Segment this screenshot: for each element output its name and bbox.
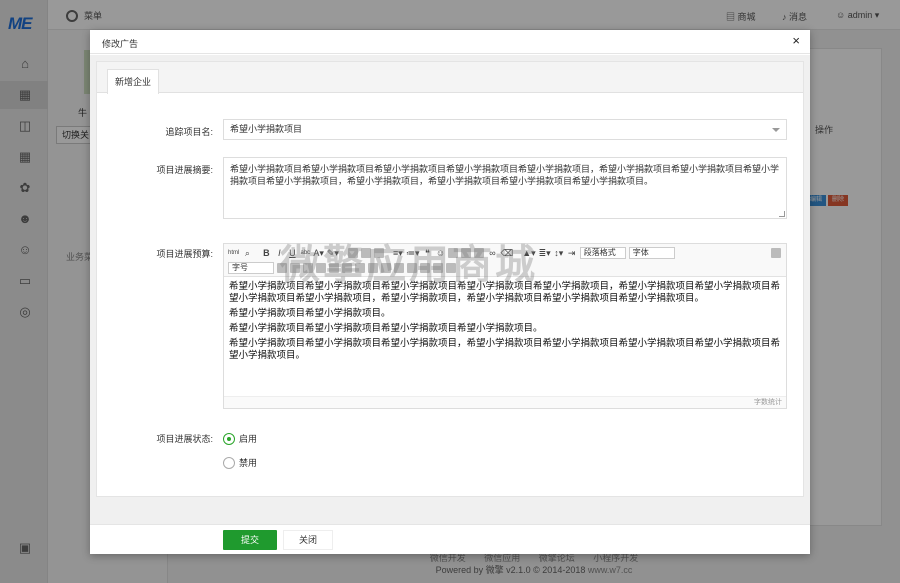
table-icon[interactable]	[277, 263, 287, 273]
radio-unchecked-icon	[223, 457, 235, 469]
tab-new-enterprise[interactable]: 新增企业	[107, 69, 159, 94]
align-right-icon[interactable]	[373, 248, 384, 258]
font-color-icon[interactable]: A▾	[313, 248, 324, 258]
resize-handle-icon[interactable]	[779, 211, 785, 217]
editor-paragraph: 希望小学捐款项目希望小学捐款项目。	[229, 308, 391, 319]
status-radio-disabled[interactable]: 禁用	[223, 456, 313, 470]
font-family-select[interactable]: 字体	[628, 247, 675, 259]
editor-paragraph: 希望小学捐款项目希望小学捐款项目希望小学捐款项目希望小学捐款项目希望小学捐款项目…	[229, 281, 781, 304]
submit-button[interactable]: 提交	[223, 530, 277, 550]
anchor-icon[interactable]	[407, 263, 417, 273]
file-icon[interactable]	[474, 248, 485, 258]
print-icon[interactable]	[433, 263, 443, 273]
background-color-icon[interactable]: ▲▾	[522, 248, 535, 258]
horizontal-rule-icon[interactable]	[420, 263, 430, 273]
font-size-select[interactable]: 字号	[228, 262, 274, 274]
edit-ad-modal: 修改广告 × 新增企业 追踪项目名: 希望小学捐款项目 项目进展摘要: 希望小学…	[90, 30, 810, 554]
align-center-icon[interactable]	[360, 248, 371, 258]
status-radio-enabled[interactable]: 启用	[223, 432, 313, 446]
modal-header: 修改广告 ×	[90, 30, 810, 54]
radio-checked-icon	[223, 433, 235, 445]
editor-paragraph: 希望小学捐款项目希望小学捐款项目希望小学捐款项目希望小学捐款项目。	[229, 323, 543, 334]
paragraph-format-select[interactable]: 段落格式	[579, 247, 626, 259]
search-icon[interactable]: ⌕	[242, 248, 252, 258]
summary-textarea[interactable]: 希望小学捐款项目希望小学捐款项目希望小学捐款项目希望小学捐款项目希望小学捐款项目…	[223, 157, 787, 219]
font-size-value: 字号	[232, 263, 248, 272]
close-button[interactable]: 关闭	[283, 530, 333, 550]
toolbar-row-2: 字号	[228, 261, 456, 275]
italic-icon[interactable]: I	[274, 248, 284, 258]
toolbar-row-1: html ⌕ B I U abc A▾ ✎▾ ≡▾ ≔▾ ❝ ☺ ∞ ⌫ ▲▾ …	[228, 246, 675, 260]
modal-footer: 提交 关闭	[90, 524, 810, 554]
close-icon[interactable]: ×	[792, 34, 800, 48]
bold-icon[interactable]: B	[261, 248, 271, 258]
link-icon[interactable]: ∞	[487, 248, 497, 258]
preview-icon[interactable]	[446, 263, 456, 273]
ordered-list-icon[interactable]: ≡▾	[393, 248, 403, 258]
fullscreen-icon[interactable]	[771, 248, 781, 258]
editor-paragraph: 希望小学捐款项目希望小学捐款项目希望小学捐款项目，希望小学捐款项目希望小学捐款项…	[229, 338, 781, 361]
strikethrough-icon[interactable]: abc	[300, 248, 311, 258]
image-icon[interactable]	[448, 248, 459, 258]
font-family-value: 字体	[632, 248, 649, 257]
editor-toolbar: html ⌕ B I U abc A▾ ✎▾ ≡▾ ≔▾ ❝ ☺ ∞ ⌫ ▲▾ …	[224, 244, 786, 277]
spacing-icon[interactable]: ↕▾	[554, 248, 564, 258]
project-select[interactable]: 希望小学捐款项目	[223, 119, 787, 140]
split-cells-icon[interactable]	[355, 263, 365, 273]
line-height-icon[interactable]: ≣▾	[539, 248, 551, 258]
modal-title: 修改广告	[102, 39, 139, 49]
quote-icon[interactable]: ❝	[422, 248, 432, 258]
insert-row-icon[interactable]	[290, 263, 300, 273]
indent-icon[interactable]: ⇥	[567, 248, 577, 258]
emoji-icon[interactable]: ☺	[435, 248, 445, 258]
highlight-icon[interactable]: ✎▾	[327, 248, 339, 258]
chevron-down-icon	[772, 128, 780, 132]
table-props-icon[interactable]	[368, 263, 378, 273]
insert-col-icon[interactable]	[303, 263, 313, 273]
delete-col-icon[interactable]	[329, 263, 339, 273]
word-count: 字数统计	[224, 396, 786, 408]
project-label: 追踪项目名:	[165, 127, 213, 137]
budget-label: 项目进展预算:	[156, 249, 213, 259]
unordered-list-icon[interactable]: ≔▾	[406, 248, 420, 258]
status-label: 项目进展状态:	[156, 434, 213, 444]
cell-props-icon[interactable]	[381, 263, 391, 273]
status-option-label: 启用	[239, 434, 258, 444]
form-panel: 新增企业 追踪项目名: 希望小学捐款项目 项目进展摘要: 希望小学捐款项目希望小…	[96, 61, 804, 497]
delete-table-icon[interactable]	[394, 263, 404, 273]
video-icon[interactable]	[461, 248, 472, 258]
align-left-icon[interactable]	[347, 248, 358, 258]
editor-content[interactable]: 希望小学捐款项目希望小学捐款项目希望小学捐款项目希望小学捐款项目希望小学捐款项目…	[229, 281, 783, 365]
delete-row-icon[interactable]	[316, 263, 326, 273]
summary-text: 希望小学捐款项目希望小学捐款项目希望小学捐款项目希望小学捐款项目希望小学捐款项目…	[230, 164, 780, 186]
summary-label: 项目进展摘要:	[156, 165, 213, 175]
tab-bar: 新增企业	[97, 62, 803, 94]
html-source-icon[interactable]: html	[228, 248, 239, 258]
rich-text-editor: html ⌕ B I U abc A▾ ✎▾ ≡▾ ≔▾ ❝ ☺ ∞ ⌫ ▲▾ …	[223, 243, 787, 409]
underline-icon[interactable]: U	[287, 248, 297, 258]
status-option-label: 禁用	[239, 458, 258, 468]
modal-body: 新增企业 追踪项目名: 希望小学捐款项目 项目进展摘要: 希望小学捐款项目希望小…	[90, 55, 810, 525]
merge-cells-icon[interactable]	[342, 263, 352, 273]
paragraph-format-value: 段落格式	[583, 248, 616, 257]
eraser-icon[interactable]: ⌫	[500, 248, 513, 258]
project-select-value: 希望小学捐款项目	[230, 124, 303, 134]
